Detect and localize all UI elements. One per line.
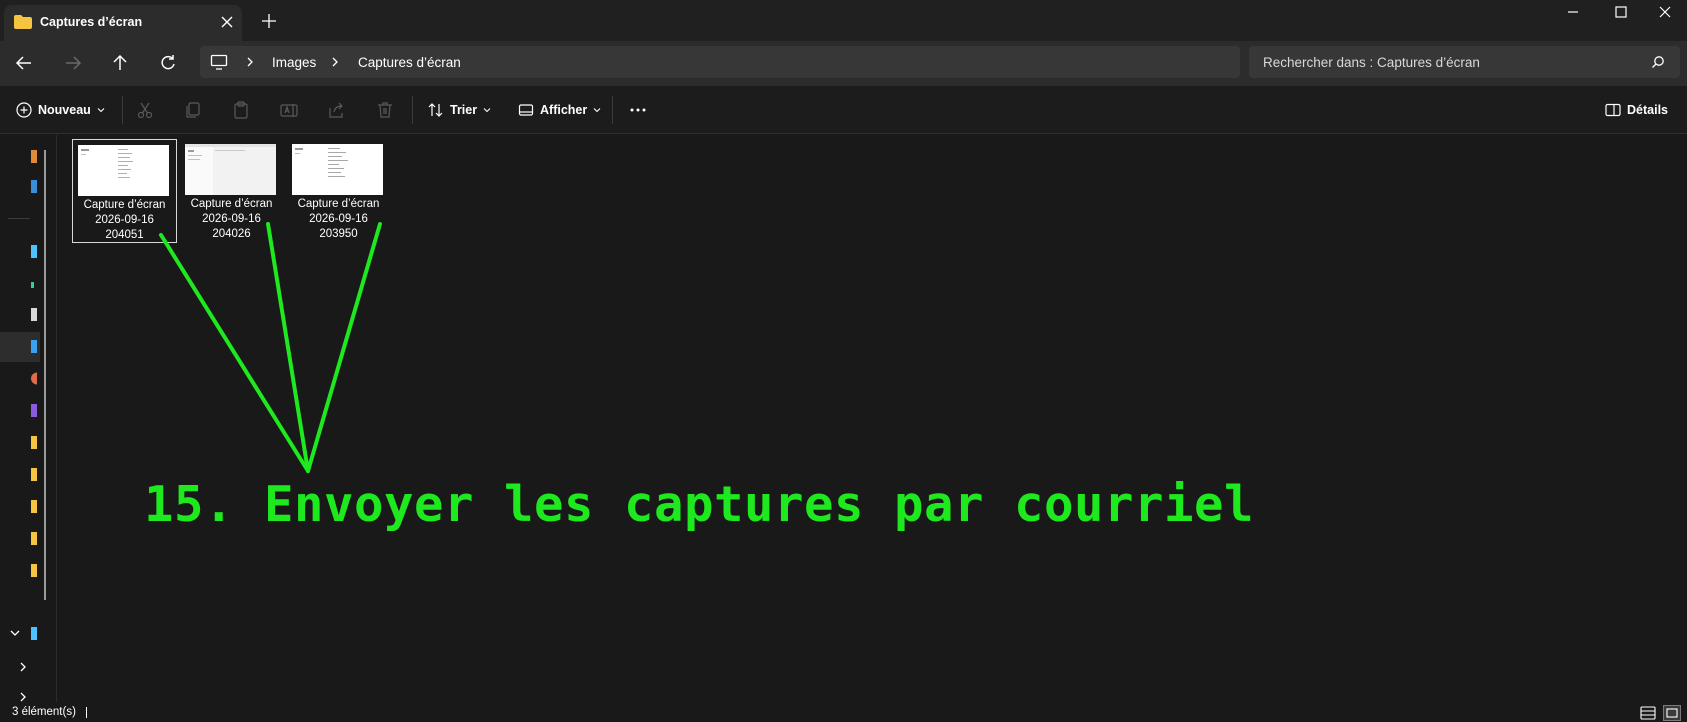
chevron-right-icon[interactable] <box>243 55 257 69</box>
up-arrow-icon[interactable] <box>104 49 136 77</box>
close-window-icon[interactable] <box>1642 0 1687 30</box>
file-name: Capture d’écran 2026-09-16 203950 <box>297 198 380 240</box>
item-count: 3 élément(s) <box>12 706 76 718</box>
navigation-pane <box>0 135 56 702</box>
paste-icon[interactable] <box>231 100 251 120</box>
desktop-icon[interactable] <box>31 245 37 258</box>
search-input[interactable]: Rechercher dans : Captures d’écran <box>1263 55 1480 70</box>
new-tab-icon[interactable] <box>259 11 279 31</box>
separator <box>412 96 413 124</box>
cut-icon[interactable] <box>135 100 155 120</box>
plus-circle-icon <box>16 102 32 118</box>
minimize-icon[interactable] <box>1550 0 1596 30</box>
this-pc-icon[interactable] <box>31 627 37 640</box>
search-box[interactable]: Rechercher dans : Captures d’écran <box>1249 46 1680 78</box>
pane-divider[interactable] <box>56 135 57 702</box>
home-icon[interactable] <box>31 150 37 163</box>
file-thumbnail <box>78 145 169 196</box>
navigation-bar: Images Captures d’écran Rechercher dans … <box>0 41 1687 86</box>
music-icon[interactable] <box>31 372 37 385</box>
large-icons-view-icon[interactable] <box>1663 705 1681 721</box>
annotation-text: 15. Envoyer les captures par courriel <box>144 476 1255 533</box>
tab-captures[interactable]: Captures d’écran <box>4 5 242 41</box>
screenshot-preview <box>295 148 348 177</box>
new-button[interactable]: Nouveau <box>16 98 113 122</box>
annotation-line <box>159 233 310 473</box>
file-item[interactable]: Capture d’écran 2026-09-16 204051 <box>72 139 177 243</box>
refresh-icon[interactable] <box>152 49 184 77</box>
view-label: Afficher <box>540 103 588 117</box>
view-icon <box>518 104 534 116</box>
back-arrow-icon[interactable] <box>8 49 40 77</box>
breadcrumb-images[interactable]: Images <box>272 55 316 70</box>
sort-label: Trier <box>450 103 478 117</box>
chevron-right-icon[interactable] <box>16 690 30 702</box>
separator <box>612 96 613 124</box>
sort-button[interactable]: Trier <box>428 98 499 122</box>
downloads-icon[interactable] <box>31 278 37 291</box>
chevron-down-icon <box>97 108 105 113</box>
forward-arrow-icon[interactable] <box>57 49 89 77</box>
chevron-right-icon[interactable] <box>16 660 30 674</box>
folder-icon[interactable] <box>31 532 37 545</box>
folder-icon[interactable] <box>31 500 37 513</box>
details-pane-icon <box>1605 103 1621 117</box>
address-bar[interactable]: Images Captures d’écran <box>200 46 1240 78</box>
nav-divider <box>8 218 30 219</box>
file-name: Capture d’écran 2026-09-16 204051 <box>83 199 166 241</box>
maximize-icon[interactable] <box>1598 0 1644 30</box>
screenshot-preview <box>185 144 276 195</box>
annotation-line <box>266 222 310 473</box>
this-pc-icon[interactable] <box>210 53 228 71</box>
details-label: Détails <box>1627 103 1668 117</box>
chevron-down-icon[interactable] <box>8 626 22 640</box>
documents-icon[interactable] <box>31 308 37 321</box>
pictures-icon[interactable] <box>31 340 37 353</box>
file-thumbnail <box>185 144 276 195</box>
chevron-right-icon[interactable] <box>328 55 342 69</box>
new-label: Nouveau <box>38 103 91 117</box>
file-thumbnail <box>292 144 383 195</box>
rename-icon[interactable] <box>279 100 299 120</box>
close-tab-icon[interactable] <box>217 12 237 32</box>
status-bar: 3 élément(s) <box>0 702 1687 722</box>
search-icon[interactable] <box>1651 55 1665 69</box>
more-options-icon[interactable] <box>628 100 648 120</box>
sort-icon <box>428 103 443 117</box>
file-name: Capture d’écran 2026-09-16 204026 <box>190 198 273 240</box>
gallery-icon[interactable] <box>31 180 37 193</box>
details-button[interactable]: Détails <box>1605 98 1668 122</box>
share-icon[interactable] <box>327 100 347 120</box>
screenshot-preview <box>81 149 133 178</box>
tab-title: Captures d’écran <box>40 15 143 29</box>
command-bar: Nouveau Trier Afficher Détails <box>0 86 1687 134</box>
view-button[interactable]: Afficher <box>518 98 609 122</box>
folder-icon <box>14 15 32 29</box>
nav-scrollbar[interactable] <box>44 150 46 600</box>
file-item[interactable]: Capture d’écran 2026-09-16 204026 <box>180 139 285 243</box>
folder-icon[interactable] <box>31 564 37 577</box>
status-divider <box>86 707 87 718</box>
delete-icon[interactable] <box>375 100 395 120</box>
title-bar: Captures d’écran <box>0 0 1687 41</box>
chevron-down-icon <box>593 108 601 113</box>
file-item[interactable]: Capture d’écran 2026-09-16 203950 <box>287 139 392 243</box>
details-view-icon[interactable] <box>1639 705 1657 721</box>
videos-icon[interactable] <box>31 404 37 417</box>
breadcrumb-captures[interactable]: Captures d’écran <box>358 55 461 70</box>
copy-icon[interactable] <box>183 100 203 120</box>
annotation-line <box>306 222 382 473</box>
separator <box>122 96 123 124</box>
folder-icon[interactable] <box>31 436 37 449</box>
folder-icon[interactable] <box>31 468 37 481</box>
chevron-down-icon <box>483 108 491 113</box>
